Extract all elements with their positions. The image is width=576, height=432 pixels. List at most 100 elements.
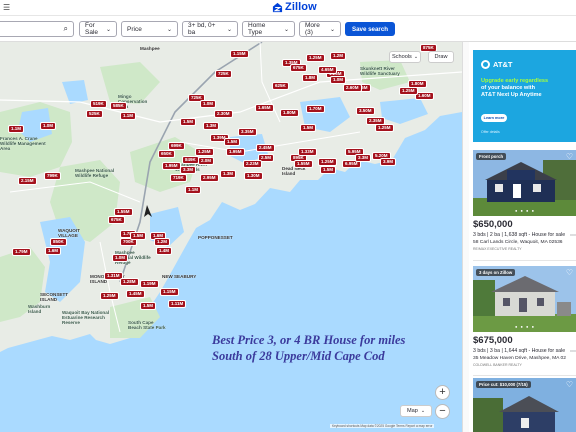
price-pin[interactable]: 1.60M — [415, 92, 434, 100]
photo-carousel-dots[interactable]: ● ● ● ● — [515, 324, 535, 329]
price-pin[interactable]: 1.11M — [168, 300, 187, 308]
draw-button[interactable]: Draw — [428, 51, 454, 63]
price-pin[interactable]: 1.0M — [200, 100, 217, 108]
zoom-in-button[interactable]: + — [435, 385, 450, 400]
price-pin[interactable]: 2.30M — [214, 110, 233, 118]
listing-photo[interactable]: 3 days on Zillow ♡ ● ● ● ● — [473, 266, 576, 332]
price-pin[interactable]: 1.0M — [330, 76, 347, 84]
price-pin[interactable]: 1.55M — [114, 208, 133, 216]
price-pin[interactable]: 1.70M — [306, 105, 325, 113]
listing-card[interactable]: 3 days on Zillow ♡ ● ● ● ● $675,000 3 bd… — [473, 266, 576, 367]
scrollbar[interactable] — [462, 42, 469, 432]
price-pin[interactable]: 719K — [170, 174, 187, 182]
listing-card[interactable]: Price cut: $10,000 (7/15) ♡ — [473, 378, 576, 432]
price-pin[interactable]: 1.19M — [140, 280, 159, 288]
price-pin[interactable]: 1.95M — [162, 162, 181, 170]
map-canvas[interactable]: Mashpee Mingo Conservation Area Frances … — [0, 42, 462, 432]
home-type-dropdown[interactable]: Home Type ⌄ — [242, 21, 295, 37]
listing-results[interactable]: AT&T Upgrade early regardless of your ba… — [469, 42, 576, 432]
price-pin[interactable]: 849K — [182, 156, 199, 164]
price-pin[interactable]: 1.2M — [154, 238, 171, 246]
price-pin[interactable]: 1.5M — [180, 118, 197, 126]
price-pin[interactable]: 699K — [168, 142, 185, 150]
photo-carousel-dots[interactable]: ● ● ● ● — [515, 208, 535, 213]
more-options-icon[interactable]: ⋯ — [570, 348, 576, 355]
save-search-button[interactable]: Save search — [345, 22, 395, 36]
heart-icon[interactable]: ♡ — [566, 268, 573, 277]
price-pin[interactable]: 1.5M — [224, 138, 241, 146]
heart-icon[interactable]: ♡ — [566, 152, 573, 161]
price-pin[interactable]: 799K — [44, 172, 61, 180]
price-pin[interactable]: 1.28M — [120, 278, 139, 286]
price-pin[interactable]: 2.15M — [18, 177, 37, 185]
for-sale-dropdown[interactable]: For Sale ⌄ — [79, 21, 117, 37]
listing-address[interactable]: 35 Meadow Haven Drive, Mashpee, MA 02 — [473, 356, 576, 361]
price-pin[interactable]: 4.65M — [318, 66, 337, 74]
price-pin[interactable]: 1.25M — [100, 292, 119, 300]
price-pin[interactable]: 1.25M — [306, 54, 325, 62]
price-pin[interactable]: 1.25M — [375, 124, 394, 132]
price-pin[interactable]: 3.9M — [380, 158, 397, 166]
price-pin[interactable]: 2.23M — [243, 160, 262, 168]
price-pin[interactable]: 585K — [110, 102, 127, 110]
schools-button[interactable]: Schools ⌄ — [389, 51, 421, 63]
search-input[interactable]: ⌕ — [0, 21, 74, 37]
price-pin[interactable]: 1.3M — [220, 170, 237, 178]
price-pin[interactable]: 1.5M — [140, 302, 157, 310]
price-pin[interactable]: 1.2M — [330, 52, 347, 60]
price-pin[interactable]: 1.95M — [226, 148, 245, 156]
price-pin[interactable]: 1.1M — [8, 125, 25, 133]
price-pin[interactable]: 1.80M — [280, 109, 299, 117]
price-pin[interactable]: 2.0M — [198, 157, 215, 165]
price-pin[interactable]: 1.1M — [185, 186, 202, 194]
price-pin[interactable]: 3.35M — [238, 128, 257, 136]
price-pin[interactable]: 1.5M — [320, 166, 337, 174]
zillow-logo[interactable]: Zillow — [272, 1, 317, 13]
price-pin[interactable]: 519K — [90, 100, 107, 108]
price-pin[interactable]: 1.55M — [294, 160, 313, 168]
listing-address[interactable]: 58 Carl Lands Circle, Waquoit, MA 02536 — [473, 240, 576, 245]
price-pin[interactable]: 1.30M — [244, 172, 263, 180]
price-pin[interactable]: 2.45M — [256, 144, 275, 152]
price-pin[interactable]: 1.0M — [112, 254, 129, 262]
price-pin[interactable]: 1.1M — [120, 112, 137, 120]
more-options-icon[interactable]: ⋯ — [570, 232, 576, 239]
learn-more-button[interactable]: Learn more — [481, 114, 507, 122]
price-pin[interactable]: 1.65M — [255, 104, 274, 112]
price-pin[interactable]: 1.6M — [45, 247, 62, 255]
price-pin[interactable]: 1.0M — [40, 122, 57, 130]
price-pin[interactable]: 525K — [86, 110, 103, 118]
price-pin[interactable]: 1.3M — [203, 122, 220, 130]
map-type-button[interactable]: Map ⌄ — [400, 405, 432, 417]
price-pin[interactable]: 1.15M — [160, 288, 179, 296]
price-pin[interactable]: 3.3M — [180, 166, 197, 174]
price-pin[interactable]: 2.60M — [343, 84, 362, 92]
price-pin[interactable]: 3.50M — [356, 107, 375, 115]
att-ad[interactable]: AT&T Upgrade early regardless of your ba… — [473, 50, 576, 142]
menu-icon[interactable]: ☰ — [3, 3, 10, 12]
price-pin[interactable]: 1.25M — [318, 158, 337, 166]
price-pin[interactable]: 850K — [50, 238, 67, 246]
offer-details-link[interactable]: Offer details — [481, 130, 500, 134]
price-pin[interactable]: 3.3M — [355, 154, 372, 162]
price-pin[interactable]: 675K — [290, 64, 307, 72]
search-icon[interactable]: ⌕ — [64, 24, 68, 34]
listing-photo[interactable]: Price cut: $10,000 (7/15) ♡ — [473, 378, 576, 432]
more-filters-dropdown[interactable]: More (3) ⌄ — [299, 21, 341, 37]
price-pin[interactable]: 1.79M — [12, 248, 31, 256]
price-dropdown[interactable]: Price ⌄ — [121, 21, 178, 37]
price-pin[interactable]: 1.45M — [126, 290, 145, 298]
beds-baths-dropdown[interactable]: 3+ bd, 0+ ba ⌄ — [182, 21, 238, 37]
price-pin[interactable]: 1.8M — [302, 74, 319, 82]
heart-icon[interactable]: ♡ — [566, 380, 573, 389]
price-pin[interactable]: 1.33M — [298, 148, 317, 156]
price-pin[interactable]: 1.25M — [195, 148, 214, 156]
price-pin[interactable]: 625K — [272, 82, 289, 90]
price-pin[interactable]: 725K — [215, 70, 232, 78]
listing-card[interactable]: Front porch ♡ ● ● ● ● $650,000 3 bds | 2… — [473, 150, 576, 251]
price-pin[interactable]: 1.5M — [130, 232, 147, 240]
zoom-out-button[interactable]: − — [435, 404, 450, 419]
listing-photo[interactable]: Front porch ♡ ● ● ● ● — [473, 150, 576, 216]
price-pin[interactable]: 675K — [108, 216, 125, 224]
price-pin[interactable]: 650K — [158, 150, 175, 158]
